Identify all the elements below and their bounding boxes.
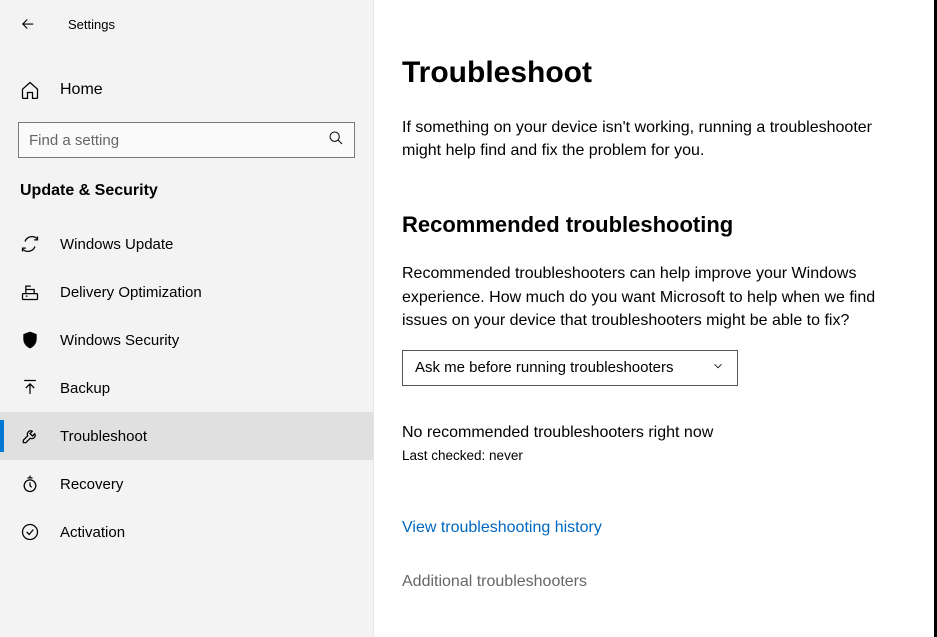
main-content: Troubleshoot If something on your device… — [374, 0, 937, 637]
shield-icon — [20, 330, 40, 350]
recommended-description: Recommended troubleshooters can help imp… — [402, 262, 900, 332]
chevron-down-icon — [711, 359, 725, 377]
sidebar-item-label: Activation — [60, 524, 125, 541]
sidebar: Settings Home Update & Security Windows … — [0, 0, 374, 637]
sidebar-item-label: Delivery Optimization — [60, 284, 202, 301]
wrench-icon — [20, 426, 40, 446]
settings-title: Settings — [68, 17, 115, 32]
last-checked-text: Last checked: never — [402, 448, 900, 463]
sidebar-item-label: Windows Update — [60, 236, 173, 253]
header-row: Settings — [0, 0, 373, 48]
home-label: Home — [60, 81, 103, 99]
additional-troubleshooters-link[interactable]: Additional troubleshooters — [402, 573, 900, 591]
recommended-heading: Recommended troubleshooting — [402, 212, 900, 238]
sidebar-item-windows-security[interactable]: Windows Security — [0, 316, 373, 364]
view-history-link[interactable]: View troubleshooting history — [402, 519, 602, 537]
sidebar-item-label: Windows Security — [60, 332, 179, 349]
check-circle-icon — [20, 522, 40, 542]
sidebar-item-backup[interactable]: Backup — [0, 364, 373, 412]
no-recommended-text: No recommended troubleshooters right now — [402, 424, 900, 442]
sidebar-item-label: Recovery — [60, 476, 123, 493]
recovery-icon — [20, 474, 40, 494]
delivery-icon — [20, 282, 40, 302]
troubleshoot-preference-dropdown[interactable]: Ask me before running troubleshooters — [402, 350, 738, 386]
nav-list: Windows Update Delivery Optimization Win… — [0, 220, 373, 556]
sidebar-item-label: Troubleshoot — [60, 428, 147, 445]
section-label: Update & Security — [0, 158, 373, 210]
sidebar-item-recovery[interactable]: Recovery — [0, 460, 373, 508]
sidebar-item-troubleshoot[interactable]: Troubleshoot — [0, 412, 373, 460]
arrow-left-icon — [19, 15, 37, 33]
intro-text: If something on your device isn't workin… — [402, 116, 900, 162]
sync-icon — [20, 234, 40, 254]
sidebar-item-label: Backup — [60, 380, 110, 397]
home-button[interactable]: Home — [0, 66, 373, 114]
back-button[interactable] — [18, 14, 38, 34]
page-title: Troubleshoot — [402, 56, 900, 90]
backup-icon — [20, 378, 40, 398]
home-icon — [20, 80, 40, 100]
search-box[interactable] — [18, 122, 355, 158]
sidebar-item-windows-update[interactable]: Windows Update — [0, 220, 373, 268]
search-input[interactable] — [29, 132, 328, 149]
sidebar-item-delivery-optimization[interactable]: Delivery Optimization — [0, 268, 373, 316]
dropdown-selected-value: Ask me before running troubleshooters — [415, 359, 673, 376]
search-icon — [328, 130, 344, 151]
sidebar-item-activation[interactable]: Activation — [0, 508, 373, 556]
